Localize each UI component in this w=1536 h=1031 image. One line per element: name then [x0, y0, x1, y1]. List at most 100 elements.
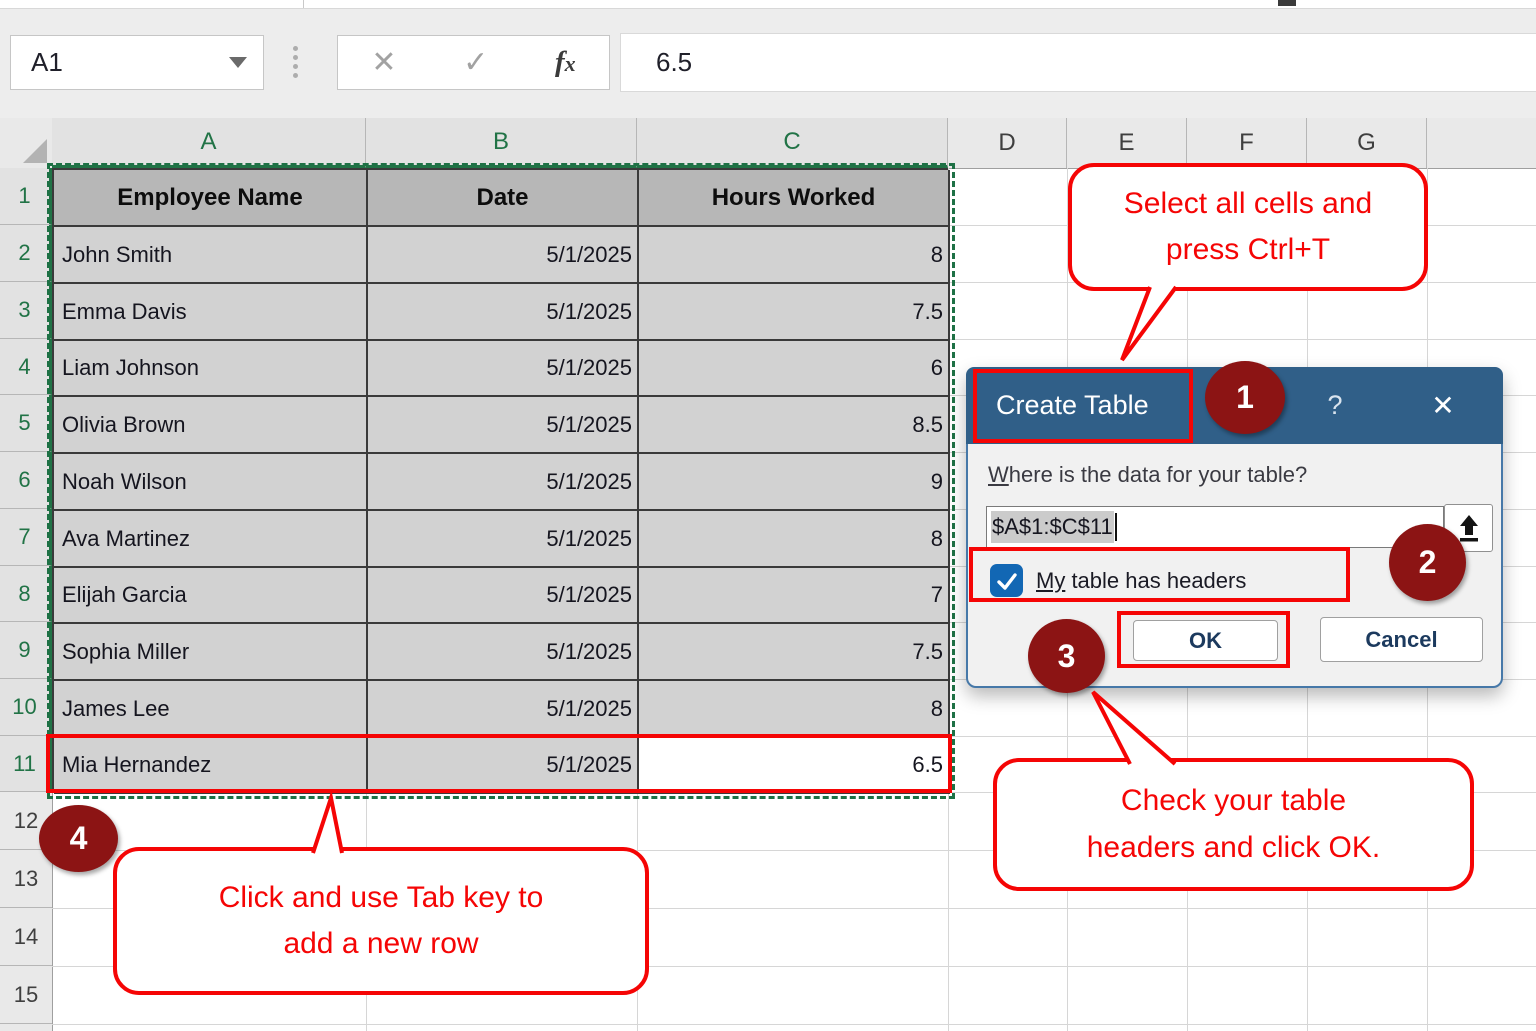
data-cell[interactable]: Emma Davis — [54, 284, 368, 341]
column-header-f[interactable]: F — [1187, 118, 1307, 168]
data-cell[interactable]: James Lee — [54, 681, 368, 738]
header-cell[interactable]: Hours Worked — [639, 170, 950, 227]
table-row: Ava Martinez5/1/20258 — [54, 511, 948, 568]
select-all-corner[interactable] — [0, 118, 53, 168]
data-cell[interactable]: 6 — [639, 341, 950, 397]
data-cell[interactable]: 7 — [639, 568, 950, 624]
row-header-15[interactable]: 15 — [0, 966, 52, 1024]
ribbon-divider — [303, 0, 304, 8]
data-cell[interactable]: 5/1/2025 — [368, 227, 639, 284]
table-row: Sophia Miller5/1/20257.5 — [54, 624, 948, 681]
checkmark-icon — [995, 569, 1019, 593]
row-header-14[interactable]: 14 — [0, 908, 52, 966]
data-cell[interactable]: Mia Hernandez — [54, 738, 368, 794]
row-header-4[interactable]: 4 — [0, 339, 52, 395]
data-cell[interactable]: Noah Wilson — [54, 454, 368, 511]
data-cell[interactable]: 5/1/2025 — [368, 454, 639, 511]
name-box-value: A1 — [11, 47, 229, 78]
table-row: Noah Wilson5/1/20259 — [54, 454, 948, 511]
data-cell[interactable]: Liam Johnson — [54, 341, 368, 397]
ribbon-artifact — [1278, 0, 1296, 6]
row-header-1[interactable]: 1 — [0, 168, 52, 225]
row-header-2[interactable]: 2 — [0, 225, 52, 282]
row-header-6[interactable]: 6 — [0, 452, 52, 509]
dialog-title: Create Table — [996, 367, 1149, 444]
data-cell[interactable]: 5/1/2025 — [368, 511, 639, 568]
row-header-8[interactable]: 8 — [0, 566, 52, 622]
table-row: James Lee5/1/20258 — [54, 681, 948, 738]
range-question-label: Where is the data for your table? — [988, 462, 1307, 488]
formula-bar-input[interactable]: 6.5 — [620, 33, 1536, 92]
callout-select-cells: Select all cells andpress Ctrl+T — [1068, 163, 1428, 291]
header-cell[interactable]: Date — [368, 170, 639, 227]
data-cell[interactable]: 5/1/2025 — [368, 738, 639, 794]
row-header-10[interactable]: 10 — [0, 679, 52, 736]
step-badge-4: 4 — [39, 805, 118, 872]
column-header-d[interactable]: D — [948, 118, 1067, 168]
data-cell[interactable]: Ava Martinez — [54, 511, 368, 568]
table-range-input[interactable]: $A$1:$C$11 — [986, 506, 1444, 548]
data-cell[interactable]: 8.5 — [639, 397, 950, 454]
gridline — [52, 1024, 1536, 1025]
formula-toolbar: ✕ ✓ fx — [337, 35, 610, 90]
data-cell[interactable]: 5/1/2025 — [368, 681, 639, 738]
data-cell[interactable]: 8 — [639, 681, 950, 738]
column-header-b[interactable]: B — [366, 118, 637, 168]
callout-check-headers: Check your tableheaders and click OK. — [993, 758, 1474, 891]
data-cell[interactable]: Olivia Brown — [54, 397, 368, 454]
my-table-has-headers-checkbox[interactable] — [990, 564, 1023, 597]
row-header-11[interactable]: 11 — [0, 736, 52, 792]
formula-bar-value: 6.5 — [621, 47, 692, 78]
step-badge-3: 3 — [1028, 619, 1105, 693]
row-header-3[interactable]: 3 — [0, 282, 52, 339]
table-row: Elijah Garcia5/1/20257 — [54, 568, 948, 624]
text-caret — [1115, 513, 1117, 541]
column-header-e[interactable]: E — [1067, 118, 1187, 168]
data-cell[interactable]: 6.5 — [639, 738, 950, 794]
checkbox-label[interactable]: My table has headers — [1036, 568, 1246, 594]
data-cell[interactable]: 5/1/2025 — [368, 397, 639, 454]
row-header-7[interactable]: 7 — [0, 509, 52, 566]
select-all-triangle-icon — [23, 139, 47, 163]
cancel-entry-icon[interactable]: ✕ — [371, 45, 396, 80]
excel-window: A1 ✕ ✓ fx 6.5 ABCDEFG 123456789101112131… — [0, 0, 1536, 1031]
employee-table: Employee NameDateHours WorkedJohn Smith5… — [52, 168, 948, 792]
formula-bar-resize-handle[interactable] — [293, 46, 299, 78]
table-row: John Smith5/1/20258 — [54, 227, 948, 284]
insert-function-icon[interactable]: fx — [555, 46, 576, 79]
data-cell[interactable]: 5/1/2025 — [368, 284, 639, 341]
close-icon[interactable]: ✕ — [1418, 367, 1468, 444]
row-header-5[interactable]: 5 — [0, 395, 52, 452]
column-header-c[interactable]: C — [637, 118, 948, 168]
table-row: Liam Johnson5/1/20256 — [54, 341, 948, 397]
data-cell[interactable]: John Smith — [54, 227, 368, 284]
ribbon-bottom-edge — [0, 0, 1536, 9]
data-cell[interactable]: 7.5 — [639, 624, 950, 681]
table-range-value: $A$1:$C$11 — [991, 511, 1114, 543]
data-cell[interactable]: 8 — [639, 227, 950, 284]
help-icon[interactable]: ? — [1315, 367, 1355, 444]
confirm-entry-icon[interactable]: ✓ — [463, 45, 488, 80]
data-cell[interactable]: 7.5 — [639, 284, 950, 341]
table-row: Emma Davis5/1/20257.5 — [54, 284, 948, 341]
data-cell[interactable]: Elijah Garcia — [54, 568, 368, 624]
name-box[interactable]: A1 — [10, 35, 264, 90]
column-header-g[interactable]: G — [1307, 118, 1427, 168]
data-cell[interactable]: 5/1/2025 — [368, 624, 639, 681]
chevron-down-icon[interactable] — [229, 57, 247, 68]
header-cell[interactable]: Employee Name — [54, 170, 368, 227]
data-cell[interactable]: 9 — [639, 454, 950, 511]
cancel-button[interactable]: Cancel — [1320, 617, 1483, 662]
table-row: Mia Hernandez5/1/20256.5 — [54, 738, 948, 794]
data-cell[interactable]: 8 — [639, 511, 950, 568]
data-cell[interactable]: 5/1/2025 — [368, 341, 639, 397]
data-cell[interactable]: Sophia Miller — [54, 624, 368, 681]
row-header-13[interactable]: 13 — [0, 850, 52, 908]
callout-tab-new-row: Click and use Tab key toadd a new row — [113, 847, 649, 995]
ok-button[interactable]: OK — [1133, 620, 1278, 661]
row-header-9[interactable]: 9 — [0, 622, 52, 679]
step-badge-1: 1 — [1205, 361, 1285, 434]
data-cell[interactable]: 5/1/2025 — [368, 568, 639, 624]
column-header-a[interactable]: A — [52, 118, 366, 168]
table-row: Employee NameDateHours Worked — [54, 170, 948, 227]
